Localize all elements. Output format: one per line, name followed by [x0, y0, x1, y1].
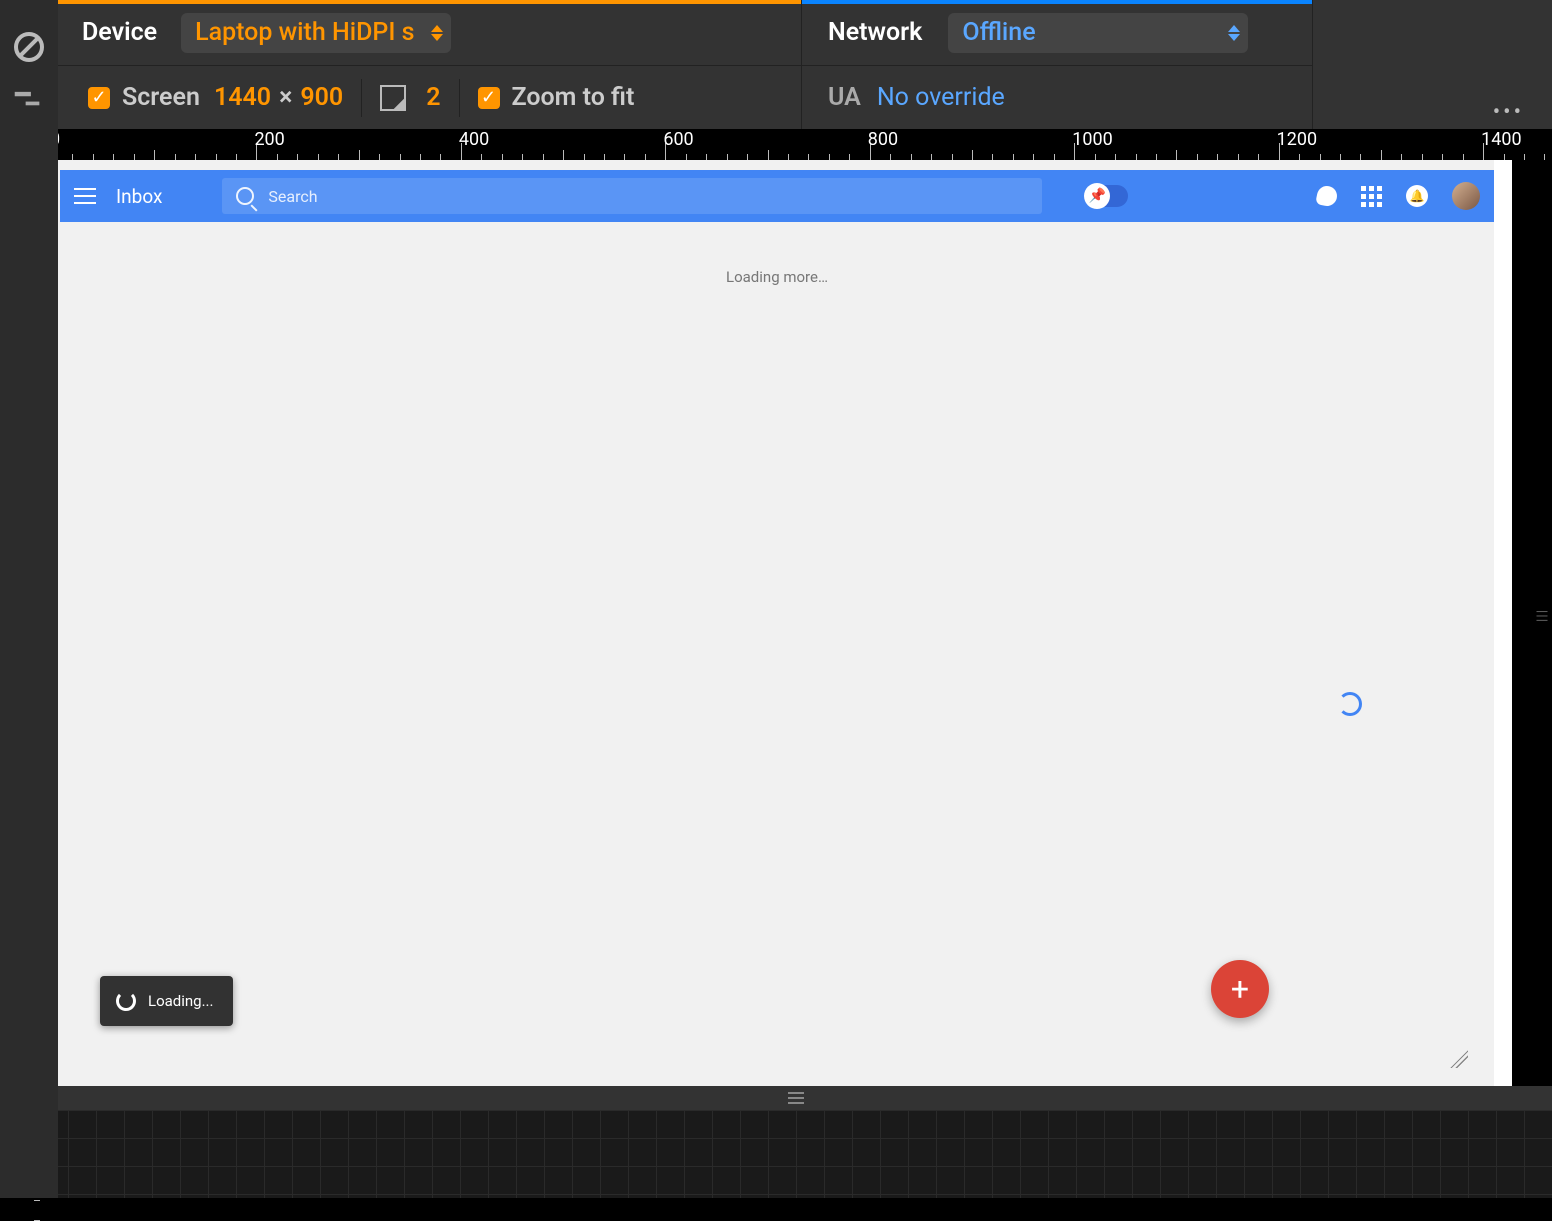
header-actions — [1317, 182, 1480, 210]
device-label: Device — [82, 18, 157, 47]
device-select-value: Laptop with HiDPI s — [195, 18, 414, 47]
devtools-drawer — [40, 1110, 1552, 1198]
screen-label: Screen — [122, 83, 200, 112]
ruler-h-number: 800 — [868, 129, 898, 150]
compose-fab[interactable]: + — [1211, 960, 1269, 1018]
spinner-icon — [1338, 692, 1362, 716]
right-resize-grip-icon[interactable]: | | | — [1534, 610, 1549, 621]
select-arrows-icon — [431, 25, 443, 41]
search-input[interactable] — [268, 187, 1028, 206]
drawer-resize-bar[interactable] — [40, 1086, 1552, 1110]
plus-icon: + — [1231, 970, 1249, 1008]
ruler-h-number: 600 — [663, 129, 693, 150]
search-icon — [236, 187, 254, 205]
filter-icon[interactable] — [15, 90, 39, 110]
network-label: Network — [828, 18, 922, 47]
ua-value[interactable]: No override — [877, 83, 1005, 112]
ruler-h-number: 1000 — [1072, 129, 1112, 150]
toast-text: Loading... — [148, 992, 213, 1010]
more-menu-icon[interactable]: ••• — [1493, 100, 1524, 125]
zoom-label: Zoom to fit — [512, 83, 635, 112]
resize-handle-icon[interactable] — [1450, 1050, 1468, 1068]
select-arrows-icon — [1228, 25, 1240, 41]
grip-icon — [788, 1092, 804, 1104]
devtools-left-strip — [0, 0, 58, 1198]
search-box[interactable] — [222, 178, 1042, 214]
hangouts-icon[interactable] — [1315, 184, 1339, 208]
separator — [459, 79, 460, 117]
dpr-icon — [380, 85, 406, 111]
apps-icon[interactable] — [1361, 186, 1382, 207]
zoom-checkbox[interactable] — [478, 87, 500, 109]
devtools-device-toolbar: Device Laptop with HiDPI s Network Offli… — [58, 0, 1552, 129]
divider — [1312, 0, 1313, 129]
screen-width[interactable]: 1440 — [214, 83, 271, 112]
ruler-h-number: 400 — [459, 129, 489, 150]
ruler-h-number: 1200 — [1277, 129, 1317, 150]
ruler-h-number: 200 — [254, 129, 284, 150]
screen-checkbox[interactable] — [88, 87, 110, 109]
avatar[interactable] — [1452, 182, 1480, 210]
loading-more-text: Loading more… — [726, 268, 828, 286]
page-body: Loading more… + Loading... — [60, 222, 1494, 1086]
network-select[interactable]: Offline — [948, 13, 1248, 53]
times-icon: × — [279, 83, 292, 112]
network-select-value: Offline — [962, 18, 1035, 47]
emulated-viewport: Inbox 📌 Loading more… + Loading... — [40, 160, 1512, 1086]
separator — [361, 79, 362, 117]
screen-height[interactable]: 900 — [300, 83, 343, 112]
dpr-value[interactable]: 2 — [426, 83, 440, 112]
device-select[interactable]: Laptop with HiDPI s — [181, 13, 451, 53]
menu-icon[interactable] — [74, 188, 96, 204]
app-title: Inbox — [116, 185, 162, 208]
spinner-icon — [116, 991, 136, 1011]
no-entry-icon[interactable] — [14, 32, 44, 62]
ruler-h-number: 1400 — [1481, 129, 1521, 150]
pin-icon: 📌 — [1084, 183, 1110, 209]
ua-label: UA — [828, 83, 861, 112]
page-scrollbar[interactable] — [1494, 160, 1512, 1086]
pin-toggle[interactable]: 📌 — [1084, 185, 1128, 207]
ruler-horizontal: 0200400600800100012001400 — [40, 129, 1552, 160]
notifications-icon[interactable] — [1406, 185, 1428, 207]
app-header: Inbox 📌 — [60, 170, 1494, 222]
loading-toast: Loading... — [100, 976, 233, 1026]
